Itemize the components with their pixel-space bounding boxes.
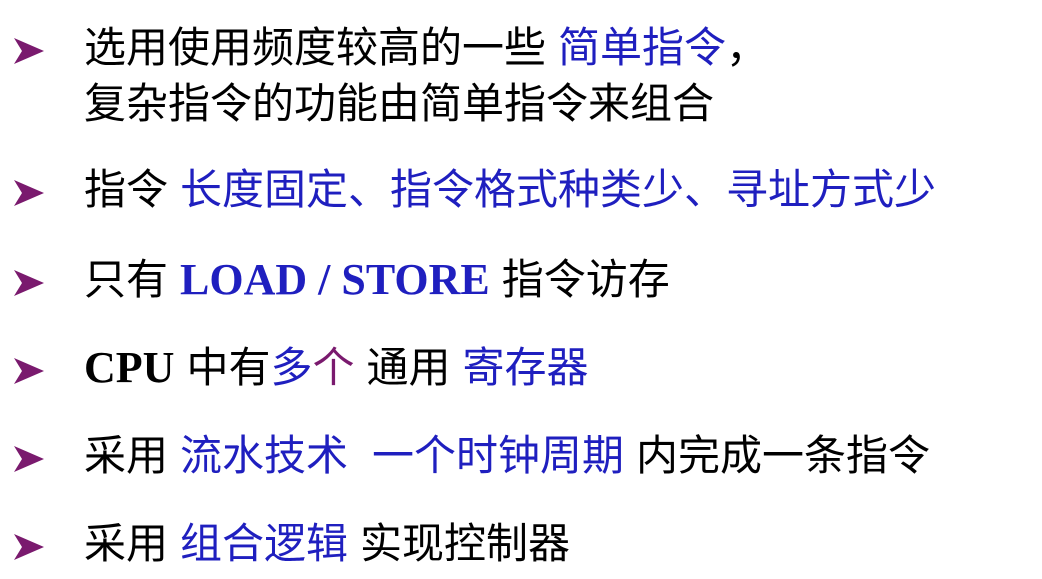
item-2-line: 指令 长度固定、指令格式种类少、寻址方式少 [84,160,936,220]
item-6-text-2: 实现控制器 [360,519,571,568]
arrowhead-bullet-icon [14,358,44,384]
item-2-text: 指令 [84,165,169,214]
item-6-line: 采用 组合逻辑 实现控制器 [84,514,570,574]
bullet-item-2: 指令 长度固定、指令格式种类少、寻址方式少 [0,160,1042,220]
item-5-text: 采用 [84,431,169,480]
item-1-highlight: 简单指令 [558,23,727,72]
item-4-text: 中有 [186,343,271,392]
item-4-line: CPU 中有多个 通用 寄存器 [84,338,589,398]
item-6-text: 采用 [84,519,169,568]
arrowhead-bullet-icon [14,446,44,472]
arrowhead-bullet-icon [14,534,44,560]
bullet-item-4: CPU 中有多个 通用 寄存器 [0,338,1042,398]
item-5-highlight-pipeline: 流水技术 [180,431,349,480]
arrowhead-bullet-icon [14,270,44,296]
slide: 选用使用频度较高的一些 简单指令， 复杂指令的功能由简单指令来组合 指令 长度固定、… [0,0,1042,579]
item-5-text-2: 内完成一条指令 [636,431,931,480]
item-4-highlight-duo: 多 [270,343,313,392]
item-1-line-1: 选用使用频度较高的一些 简单指令， [84,18,768,78]
item-5-line: 采用 流水技术 一个时钟周期 内完成一条指令 [84,426,930,486]
item-1-comma: ， [726,23,769,72]
item-4-text-2: 通用 [366,343,451,392]
bullet-item-3: 只有 LOAD / STORE 指令访存 [0,250,1042,310]
item-3-line: 只有 LOAD / STORE 指令访存 [84,250,670,310]
bullet-item-1: 选用使用频度较高的一些 简单指令， 复杂指令的功能由简单指令来组合 [0,18,1042,128]
item-4-highlight-ge: 个 [312,343,355,392]
arrowhead-bullet-icon [14,38,44,64]
item-2-highlight: 长度固定、指令格式种类少、寻址方式少 [180,165,937,214]
item-6-highlight: 组合逻辑 [180,519,349,568]
bullet-item-6: 采用 组合逻辑 实现控制器 [0,514,1042,574]
item-5-highlight-cycle: 一个时钟周期 [372,431,625,480]
item-4-cpu: CPU [84,343,175,392]
item-3-text: 只有 [84,255,169,304]
item-1-line-2: 复杂指令的功能由简单指令来组合 [84,79,715,128]
item-3-text-2: 指令访存 [501,255,670,304]
arrowhead-bullet-icon [14,180,44,206]
bullet-item-5: 采用 流水技术 一个时钟周期 内完成一条指令 [0,426,1042,486]
item-3-highlight: LOAD / STORE [180,255,490,304]
item-1-text: 选用使用频度较高的一些 [84,23,547,72]
item-4-highlight-register: 寄存器 [462,343,589,392]
